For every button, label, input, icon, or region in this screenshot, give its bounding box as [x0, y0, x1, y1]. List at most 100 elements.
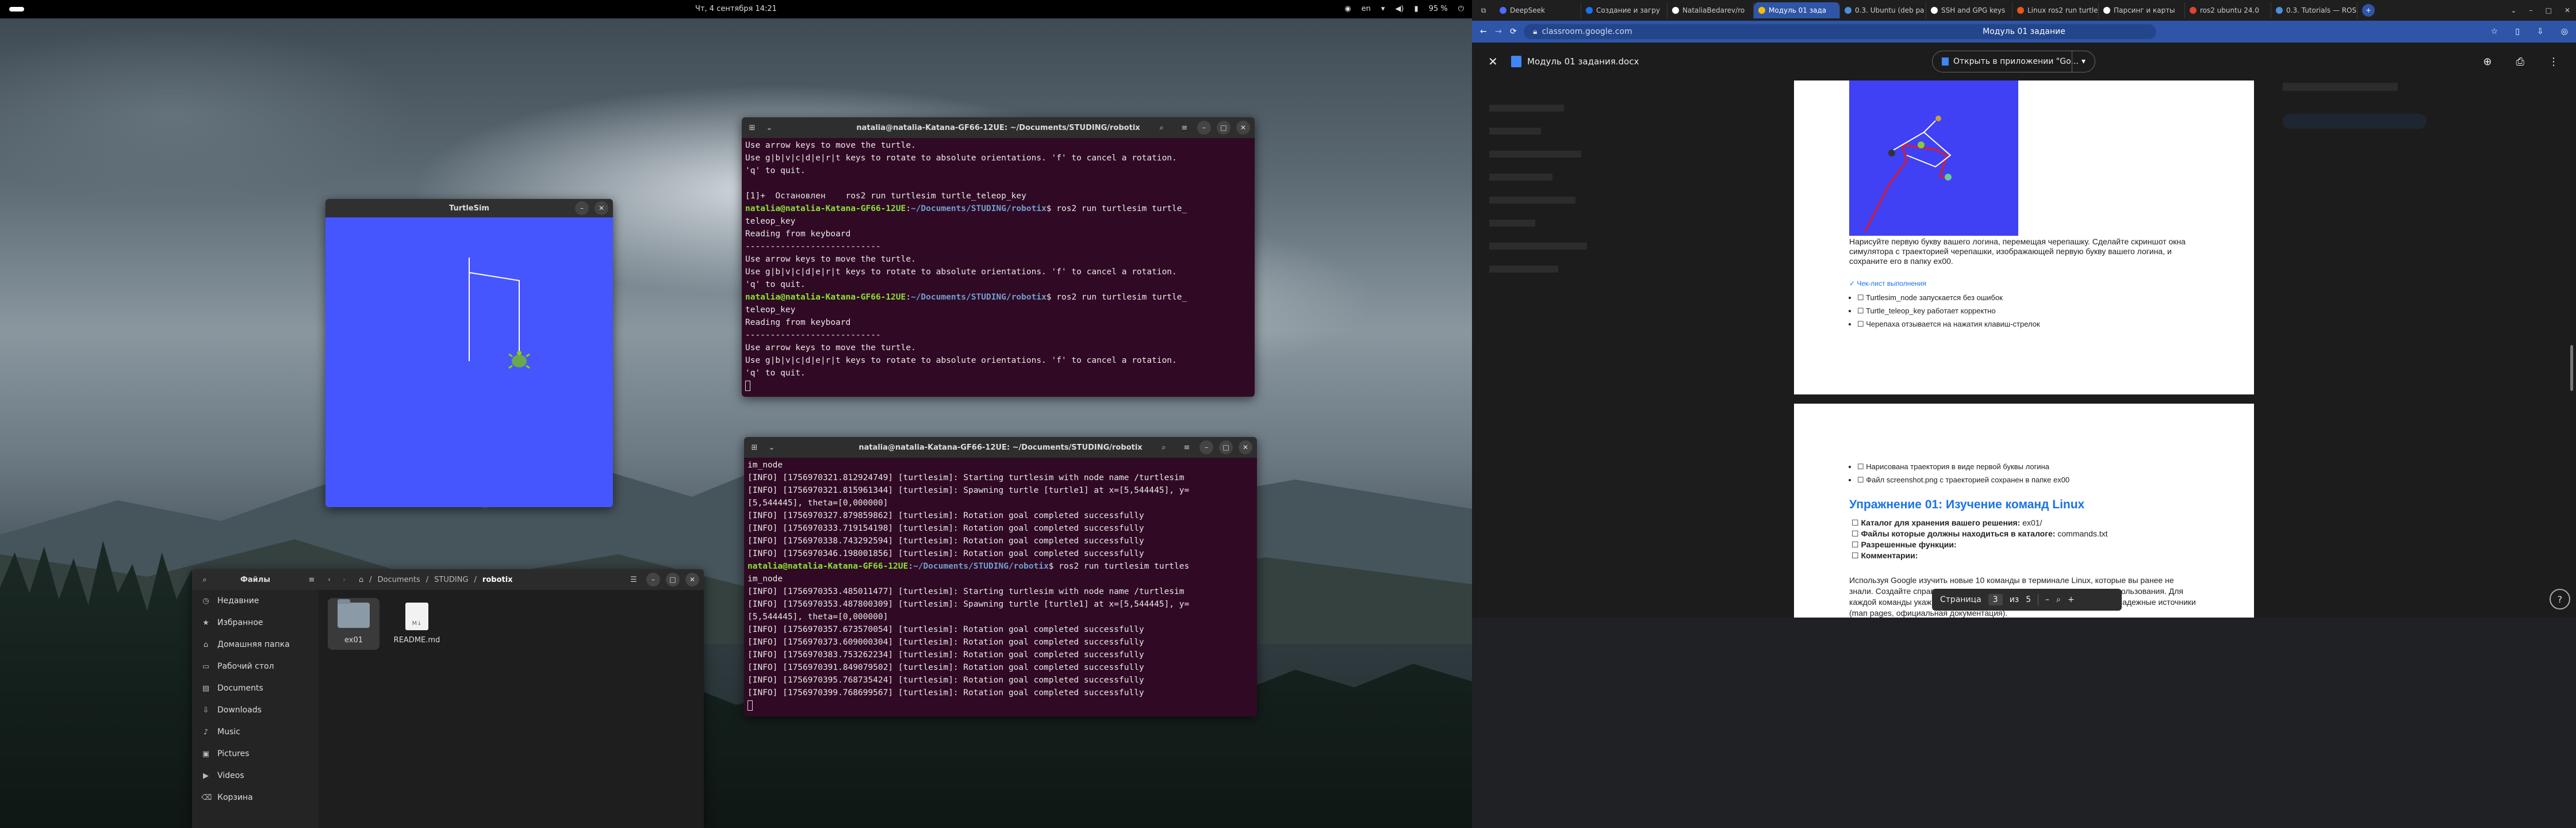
sidebar-item[interactable]: ⌂ Домашняя папка — [192, 634, 319, 656]
keyboard-layout[interactable]: en — [1362, 5, 1371, 13]
minimize-button[interactable]: – — [646, 573, 660, 586]
minimize-button[interactable]: – — [575, 201, 589, 215]
terminal-text: [INFO] [1756970353.485011477] [turtlesim… — [747, 587, 1184, 596]
tab-overview-icon[interactable]: ⧉ — [1472, 6, 1495, 15]
download-icon[interactable]: ⇩ — [2537, 27, 2544, 36]
maximize-button[interactable]: □ — [666, 573, 680, 586]
browser-tab[interactable]: ros2 ubuntu 24.0 — [2185, 2, 2271, 18]
screenshot-icon[interactable]: ◉ — [1344, 5, 1351, 13]
search-icon[interactable]: ⌕ — [198, 573, 212, 586]
browser-tab[interactable]: SSH and GPG keys — [1926, 2, 2012, 18]
terminal-cursor — [747, 700, 753, 711]
terminal-line: Reading from keyboard — [745, 228, 1251, 240]
maximize-button[interactable]: □ — [2546, 6, 2552, 14]
zoom-out-icon[interactable]: – — [2045, 595, 2049, 604]
sidebar-item[interactable]: ♪ Music — [192, 721, 319, 743]
file-readme[interactable]: M↓ README.md — [391, 598, 443, 650]
bookmark-icon[interactable]: ☆ — [2491, 27, 2498, 36]
close-button[interactable]: ✕ — [1236, 121, 1250, 135]
menu-icon[interactable]: ≡ — [1178, 121, 1191, 135]
checklist: ☐ Нарисована траектория в виде первой бу… — [1857, 460, 2202, 486]
browser-window[interactable]: ⧉ DeepSeek Создание и загру NataliaBedarev… — [1472, 0, 2576, 828]
sidebar-item[interactable]: ⌫ Корзина — [192, 787, 319, 808]
chevron-down-icon[interactable]: ⌄ — [762, 121, 776, 135]
print-icon[interactable]: ⎙ — [2516, 56, 2524, 68]
files-titlebar[interactable]: ⌕ Файлы ≡ ‹ › ⌂ / Documents / STUDING / rob… — [192, 569, 704, 590]
turtlesim-window[interactable]: TurtleSim – ✕ — [325, 199, 613, 507]
browser-tab[interactable]: NataliaBedarev/ro — [1667, 2, 1754, 18]
terminal-window-teleop[interactable]: ⊞ ⌄ natalia@natalia-Katana-GF66-12UE: ~/… — [742, 117, 1255, 397]
power-icon[interactable]: ⏻ — [1458, 5, 1464, 13]
browser-tab[interactable]: 0.3. Ubuntu (deb pa — [1840, 2, 1926, 18]
minimize-button[interactable]: – — [1199, 440, 1213, 454]
open-in-app-button[interactable]: Открыть в приложении "Go... ▾ — [1932, 51, 2095, 72]
chevron-down-icon[interactable]: ▾ — [2072, 51, 2095, 72]
files-window[interactable]: ⌕ Файлы ≡ ‹ › ⌂ / Documents / STUDING / rob… — [192, 569, 704, 828]
tab-label: DeepSeek — [1510, 6, 1545, 14]
sidebar-item[interactable]: ▭ Рабочий стол — [192, 656, 319, 677]
terminal-titlebar[interactable]: ⊞ ⌄ natalia@natalia-Katana-GF66-12UE: ~/… — [742, 117, 1255, 138]
browser-tab[interactable]: Парсинг и карты — [2099, 2, 2185, 18]
forward-icon[interactable]: › — [343, 576, 346, 584]
more-options-icon[interactable]: ⋮ — [2548, 56, 2559, 68]
new-tab-icon[interactable]: ⊞ — [747, 440, 761, 454]
breadcrumb-robotix[interactable]: robotix — [482, 576, 513, 584]
breadcrumb-documents[interactable]: Documents — [378, 576, 420, 584]
terminal-titlebar[interactable]: ⊞ ⌄ natalia@natalia-Katana-GF66-12UE: ~/… — [744, 437, 1257, 458]
browser-tab[interactable]: Создание и загру — [1581, 2, 1667, 18]
zoom-in-icon[interactable]: + — [2068, 595, 2075, 604]
browser-tab[interactable]: Linux ros2 run turtlesim — [2012, 2, 2099, 18]
minimize-button[interactable]: – — [2529, 6, 2533, 14]
close-button[interactable]: ✕ — [2564, 6, 2570, 14]
breadcrumb-studing[interactable]: STUDING — [434, 576, 468, 584]
sidebar-item[interactable]: ⇩ Downloads — [192, 699, 319, 721]
menu-icon[interactable]: ≡ — [305, 573, 319, 586]
help-icon[interactable]: ? — [2550, 589, 2570, 610]
sidebar-item[interactable]: ▤ Documents — [192, 677, 319, 699]
view-options-icon[interactable]: ☰ — [627, 573, 641, 586]
new-tab-icon[interactable]: ⊞ — [745, 121, 759, 135]
close-viewer-button[interactable]: ✕ — [1488, 55, 1498, 68]
sidebar-item[interactable]: ▶ Videos — [192, 765, 319, 787]
close-button[interactable]: ✕ — [1239, 440, 1252, 454]
back-icon[interactable]: ‹ — [328, 576, 331, 584]
maximize-button[interactable]: □ — [1219, 440, 1233, 454]
folder-ex01[interactable]: ex01 — [328, 598, 379, 650]
back-icon[interactable]: ← — [1480, 27, 1487, 36]
turtlesim-titlebar[interactable]: TurtleSim – ✕ — [325, 199, 613, 217]
search-icon[interactable]: ⌕ — [1157, 440, 1171, 454]
search-icon[interactable]: ⌕ — [1155, 121, 1168, 135]
close-button[interactable]: ✕ — [595, 201, 608, 215]
new-tab-button[interactable]: + — [2362, 4, 2375, 17]
browser-tab[interactable]: DeepSeek — [1495, 2, 1581, 18]
zoom-icon[interactable]: ⌕ — [2056, 595, 2061, 604]
home-icon[interactable]: ⌂ — [359, 576, 363, 584]
add-shortcut-icon[interactable]: ⊕ — [2483, 56, 2492, 68]
terminal-output[interactable]: Use arrow keys to move the turtle. Use g|… — [742, 138, 1255, 397]
terminal-window-turtlesim-node[interactable]: ⊞ ⌄ natalia@natalia-Katana-GF66-12UE: ~/… — [744, 437, 1257, 716]
page-number-input[interactable]: 3 — [1988, 594, 2003, 605]
favicon-icon — [1672, 7, 1679, 14]
minimize-button[interactable]: – — [1197, 121, 1211, 135]
menu-icon[interactable]: ≡ — [1180, 440, 1194, 454]
url-field[interactable]: 🔒︎ classroom.google.com — [1524, 24, 2156, 39]
tab-search-icon[interactable]: ⌄ — [2511, 6, 2517, 14]
sidebar-icon: ▤ — [202, 684, 210, 693]
system-tray[interactable]: ◉ en ▾ ◀) ▮ 95 % ⏻ — [1344, 5, 1464, 13]
clock[interactable]: Чт, 4 сентября 14:21 — [0, 5, 1472, 13]
terminal-line: [5,544445], theta=[0,000000] — [747, 611, 1254, 623]
browser-tab[interactable]: Модуль 01 зада — [1754, 2, 1840, 18]
profile-icon[interactable]: ◎ — [2561, 27, 2568, 36]
reload-icon[interactable]: ⟳ — [1510, 27, 1517, 36]
sidebar-item[interactable]: ★ Избранное — [192, 612, 319, 634]
forward-icon[interactable]: → — [1495, 27, 1502, 36]
sidebar-item[interactable]: ▣ Pictures — [192, 743, 319, 765]
scrollbar[interactable] — [2570, 345, 2573, 391]
sidebar-icon[interactable]: ▯ — [2515, 27, 2520, 36]
sidebar-item[interactable]: ◷ Недавние — [192, 590, 319, 612]
chevron-down-icon[interactable]: ⌄ — [765, 440, 779, 454]
close-button[interactable]: ✕ — [685, 573, 699, 586]
maximize-button[interactable]: □ — [1217, 121, 1230, 135]
terminal-output[interactable]: im_node [INFO] [1756970321.812924749] [tu… — [744, 458, 1257, 716]
browser-tab[interactable]: 0.3. Tutorials — ROS 2 — [2271, 2, 2358, 18]
